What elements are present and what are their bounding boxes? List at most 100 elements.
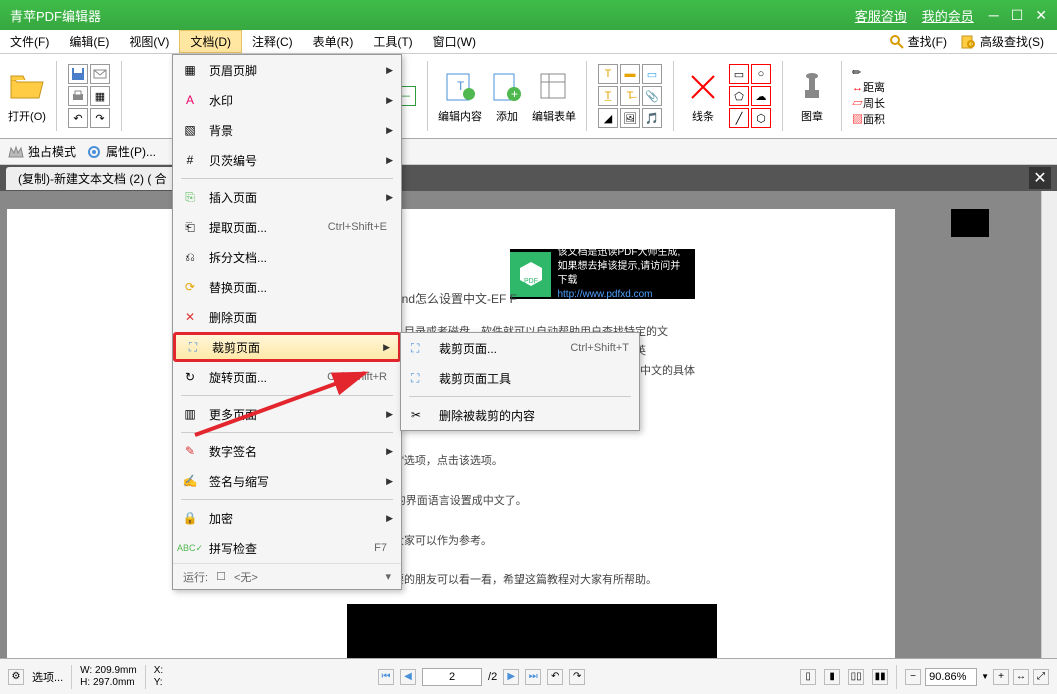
stamp-button[interactable]: 图章 — [793, 68, 831, 124]
fit-width-icon[interactable]: ↔ — [1013, 669, 1029, 685]
document-tab[interactable]: (复制)-新建文本文档 (2) ( 合 — [6, 167, 179, 190]
undo-icon[interactable]: ↶ — [68, 108, 88, 128]
zoom-input[interactable] — [925, 668, 977, 686]
extract-shortcut: Ctrl+Shift+E — [328, 221, 387, 233]
submenu-delete-cropped[interactable]: ✂删除被裁剪的内容 — [401, 400, 639, 430]
last-page-icon[interactable]: ⏭ — [525, 669, 541, 685]
split-label: 拆分文档... — [209, 249, 393, 266]
replace-icon: ⟳ — [181, 278, 199, 296]
layout-single-icon[interactable]: ▯ — [800, 669, 816, 685]
first-page-icon[interactable]: ⏮ — [378, 669, 394, 685]
next-page-icon[interactable]: ▶ — [503, 669, 519, 685]
tab-close-icon[interactable]: ✕ — [1029, 167, 1051, 189]
layout-facing-icon[interactable]: ▯▯ — [848, 669, 864, 685]
text-annot-icon[interactable]: T — [598, 64, 618, 84]
support-link[interactable]: 客服咨询 — [855, 6, 907, 25]
document-menu-dropdown: ▦页眉页脚▶ A水印▶ ▧背景▶ #贝茨编号▶ ⎘插入页面▶ ⎗提取页面...C… — [172, 54, 402, 590]
minimize-icon[interactable]: ─ — [989, 7, 999, 24]
menu-extract-page[interactable]: ⎗提取页面...Ctrl+Shift+E — [173, 212, 401, 242]
crop-icon: ⛶ — [184, 338, 202, 356]
bates-label: 贝茨编号 — [209, 152, 376, 169]
area-button[interactable]: ▨面积 — [852, 111, 885, 127]
scrollbar[interactable] — [1041, 191, 1057, 658]
edit-content-button[interactable]: T 编辑内容 — [438, 68, 482, 124]
menu-document[interactable]: 文档(D) — [179, 30, 242, 53]
menu-rotate-page[interactable]: ↻旋转页面...Ctrl+Shift+R — [173, 362, 401, 392]
rect-icon[interactable]: ▭ — [729, 64, 749, 84]
menu-comment[interactable]: 注释(C) — [242, 30, 303, 53]
prev-page-icon[interactable]: ◀ — [400, 669, 416, 685]
eraser-button[interactable]: ✏ — [852, 66, 885, 79]
zoom-dropdown-icon[interactable]: ▼ — [981, 672, 989, 681]
insert-icon: ⎘ — [181, 188, 199, 206]
scan-icon[interactable]: ▦ — [90, 86, 110, 106]
fit-page-icon[interactable]: ⤢ — [1033, 669, 1049, 685]
adv-find-button[interactable]: 高级查找(S) — [956, 33, 1049, 50]
page-input[interactable] — [422, 668, 482, 686]
prev-view-icon[interactable]: ↶ — [547, 669, 563, 685]
image-icon[interactable]: 🖼 — [620, 108, 640, 128]
properties-button[interactable]: 属性(P)... — [86, 143, 156, 160]
highlight-icon[interactable]: ▬ — [620, 64, 640, 84]
submenu-crop-page[interactable]: ⛶裁剪页面...Ctrl+Shift+T — [401, 333, 639, 363]
cloud-icon[interactable]: ☁ — [751, 86, 771, 106]
shape-icon[interactable]: ◢ — [598, 108, 618, 128]
poly-icon[interactable]: ⬠ — [729, 86, 749, 106]
email-icon[interactable] — [90, 64, 110, 84]
gear-icon[interactable]: ⚙ — [8, 669, 24, 685]
stamp-label: 图章 — [801, 108, 823, 124]
save-icon[interactable] — [68, 64, 88, 84]
note-icon[interactable]: ▭ — [642, 64, 662, 84]
sound-icon[interactable]: 🎵 — [642, 108, 662, 128]
lines-button[interactable]: 线条 — [684, 68, 722, 124]
menu-more-pages[interactable]: ▥更多页面▶ — [173, 399, 401, 429]
textbox-icon[interactable]: T̲ — [598, 86, 618, 106]
menu-sign-abbr[interactable]: ✍签名与缩写▶ — [173, 466, 401, 496]
zoom-out-icon[interactable]: − — [905, 669, 921, 685]
signabbr-icon: ✍ — [181, 472, 199, 490]
hex-icon[interactable]: ⬡ — [751, 108, 771, 128]
menu-encrypt[interactable]: 🔒加密▶ — [173, 503, 401, 533]
perimeter-button[interactable]: ▱周长 — [852, 95, 885, 111]
menu-header-footer[interactable]: ▦页眉页脚▶ — [173, 55, 401, 85]
menu-bates[interactable]: #贝茨编号▶ — [173, 145, 401, 175]
callout-icon[interactable]: T̶ — [620, 86, 640, 106]
attach-icon[interactable]: 📎 — [642, 86, 662, 106]
app-title: 青苹PDF编辑器 — [10, 6, 855, 25]
circle-icon[interactable]: ○ — [751, 64, 771, 84]
menu-view[interactable]: 视图(V) — [119, 30, 179, 53]
exclusive-mode-button[interactable]: 独占模式 — [8, 143, 76, 160]
menu-form[interactable]: 表单(R) — [303, 30, 364, 53]
menu-delete-page[interactable]: ✕删除页面 — [173, 302, 401, 332]
menu-file[interactable]: 文件(F) — [0, 30, 59, 53]
menu-window[interactable]: 窗口(W) — [423, 30, 486, 53]
layout-facing-cont-icon[interactable]: ▮▮ — [872, 669, 888, 685]
options-button[interactable]: 选项... — [32, 669, 63, 685]
add-button[interactable]: + 添加 — [488, 68, 526, 124]
layout-cont-icon[interactable]: ▮ — [824, 669, 840, 685]
open-button[interactable]: 打开(O) — [8, 68, 46, 124]
menu-split-doc[interactable]: ⎌拆分文档... — [173, 242, 401, 272]
menu-spellcheck[interactable]: ABC✓拼写检查F7 — [173, 533, 401, 563]
submenu-crop-tool[interactable]: ⛶裁剪页面工具 — [401, 363, 639, 393]
menu-background[interactable]: ▧背景▶ — [173, 115, 401, 145]
menu-replace-page[interactable]: ⟳替换页面... — [173, 272, 401, 302]
close-icon[interactable]: ✕ — [1035, 7, 1047, 24]
zoom-in-icon[interactable]: + — [993, 669, 1009, 685]
menu-digital-sign[interactable]: ✎数字签名▶ — [173, 436, 401, 466]
menu-edit[interactable]: 编辑(E) — [59, 30, 119, 53]
menu-insert-page[interactable]: ⎘插入页面▶ — [173, 182, 401, 212]
next-view-icon[interactable]: ↷ — [569, 669, 585, 685]
member-link[interactable]: 我的会员 — [922, 6, 974, 25]
find-button[interactable]: 查找(F) — [884, 33, 952, 50]
print-icon[interactable] — [68, 86, 88, 106]
menu-watermark[interactable]: A水印▶ — [173, 85, 401, 115]
distance-button[interactable]: ↔距离 — [852, 79, 885, 95]
edit-form-button[interactable]: 编辑表单 — [532, 68, 576, 124]
line-icon[interactable]: ╱ — [729, 108, 749, 128]
maximize-icon[interactable]: ☐ — [1011, 7, 1024, 24]
redo-icon[interactable]: ↷ — [90, 108, 110, 128]
menu-crop-page[interactable]: ⛶裁剪页面▶ — [173, 332, 401, 362]
crown-icon — [8, 145, 24, 159]
menu-tool[interactable]: 工具(T) — [363, 30, 422, 53]
